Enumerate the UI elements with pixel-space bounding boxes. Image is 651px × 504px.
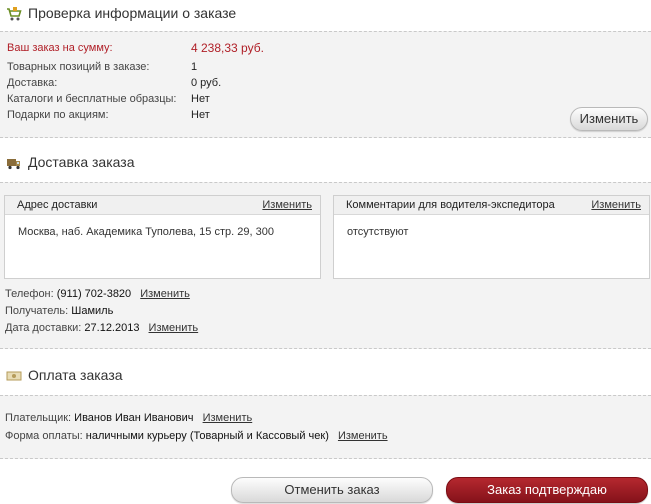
payment-method-row: Форма оплаты: наличными курьеру (Товарны… — [5, 430, 388, 442]
gifts-value: Нет — [191, 109, 210, 121]
comment-box: Комментарии для водителя-экспедитора Изм… — [333, 195, 650, 279]
catalogs-row: Каталоги и бесплатные образцы: Нет — [0, 93, 651, 107]
address-box-title: Адрес доставки — [17, 199, 98, 211]
date-value: 27.12.2013 — [84, 322, 140, 334]
change-order-button[interactable]: Изменить — [570, 107, 648, 131]
date-label: Дата доставки: — [5, 322, 82, 334]
catalogs-label: Каталоги и бесплатные образцы: — [7, 93, 177, 105]
phone-row: Телефон: (911) 702-3820 Изменить — [5, 288, 190, 300]
recipient-row: Получатель: Шамиль — [5, 305, 113, 317]
delivery-panel: Адрес доставки Изменить Москва, наб. Ака… — [0, 182, 651, 349]
address-box: Адрес доставки Изменить Москва, наб. Ака… — [4, 195, 321, 279]
payer-change-link[interactable]: Изменить — [203, 412, 253, 424]
payment-method-change-link[interactable]: Изменить — [338, 430, 388, 442]
order-check-header: Проверка информации о заказе — [0, 0, 651, 28]
payer-value: Иванов Иван Иванович — [74, 412, 194, 424]
payment-method-value: наличными курьеру (Товарный и Кассовый ч… — [85, 430, 329, 442]
delivery-cost-value: 0 руб. — [191, 77, 222, 89]
comment-box-title: Комментарии для водителя-экспедитора — [346, 199, 555, 211]
payment-panel: Плательщик: Иванов Иван Иванович Изменит… — [0, 395, 651, 459]
address-box-header: Адрес доставки Изменить — [5, 196, 320, 215]
payment-method-label: Форма оплаты: — [5, 430, 83, 442]
phone-label: Телефон: — [5, 288, 54, 300]
delivery-header: Доставка заказа — [0, 149, 651, 177]
cancel-order-button[interactable]: Отменить заказ — [231, 477, 433, 503]
recipient-label: Получатель: — [5, 305, 69, 317]
total-row: Ваш заказ на сумму: 4 238,33 руб. — [0, 41, 651, 56]
order-summary-panel: Ваш заказ на сумму: 4 238,33 руб. Товарн… — [0, 31, 651, 138]
comment-box-header: Комментарии для водителя-экспедитора Изм… — [334, 196, 649, 215]
comment-value: отсутствуют — [347, 226, 409, 238]
comment-change-link[interactable]: Изменить — [591, 199, 641, 211]
payment-title: Оплата заказа — [28, 367, 123, 383]
date-row: Дата доставки: 27.12.2013 Изменить — [5, 322, 198, 334]
delivery-title: Доставка заказа — [28, 154, 135, 170]
items-row: Товарных позиций в заказе: 1 — [0, 61, 651, 75]
address-value: Москва, наб. Академика Туполева, 15 стр.… — [18, 226, 274, 238]
items-label: Товарных позиций в заказе: — [7, 61, 150, 73]
banknote-icon — [6, 368, 22, 384]
phone-change-link[interactable]: Изменить — [140, 288, 190, 300]
total-value: 4 238,33 руб. — [191, 41, 264, 55]
order-check-title: Проверка информации о заказе — [28, 5, 237, 21]
truck-icon — [6, 155, 22, 171]
cart-icon — [6, 6, 22, 22]
confirm-order-button[interactable]: Заказ подтверждаю — [446, 477, 648, 503]
payer-label: Плательщик: — [5, 412, 72, 424]
payer-row: Плательщик: Иванов Иван Иванович Изменит… — [5, 412, 252, 424]
gifts-label: Подарки по акциям: — [7, 109, 109, 121]
payment-header: Оплата заказа — [0, 362, 651, 390]
recipient-value: Шамиль — [71, 305, 114, 317]
items-value: 1 — [191, 61, 198, 73]
total-label: Ваш заказ на сумму: — [7, 42, 113, 54]
delivery-cost-label: Доставка: — [7, 77, 58, 89]
catalogs-value: Нет — [191, 93, 210, 105]
address-change-link[interactable]: Изменить — [262, 199, 312, 211]
gifts-row: Подарки по акциям: Нет — [0, 109, 651, 123]
phone-value: (911) 702-3820 — [56, 288, 132, 300]
delivery-cost-row: Доставка: 0 руб. — [0, 77, 651, 91]
date-change-link[interactable]: Изменить — [149, 322, 199, 334]
